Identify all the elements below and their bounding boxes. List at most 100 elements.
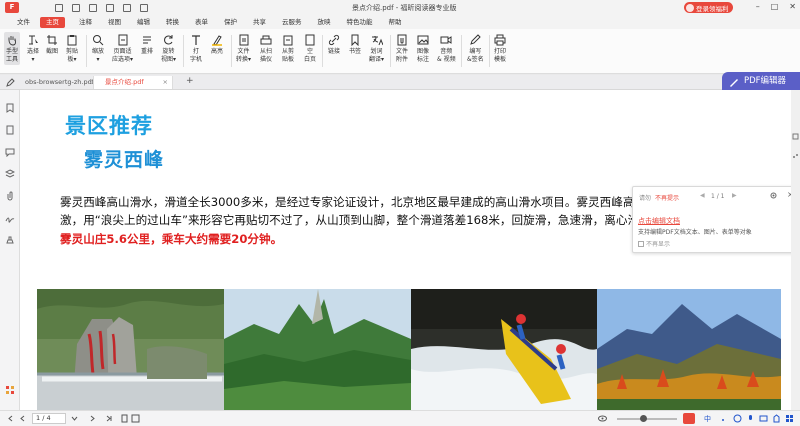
comments-panel-icon[interactable] — [5, 147, 15, 158]
select-button[interactable]: 选择 ▾ — [27, 34, 39, 63]
click-edit-document-link[interactable]: 点击编辑文档 — [638, 216, 680, 226]
popup-description: 支持编辑PDF文档文本、图片、表单等对象 — [638, 229, 752, 236]
menu-slideshow[interactable]: 放映 — [318, 17, 331, 28]
toolbox-icon[interactable] — [785, 414, 794, 423]
menu-home[interactable]: 主页 — [40, 16, 65, 28]
next-tip-icon[interactable]: ▶ — [732, 192, 737, 199]
ime-chinese-icon[interactable]: 中 — [704, 414, 711, 424]
typewriter-icon — [190, 34, 202, 46]
clipboard-button[interactable]: 剪贴 板▾ — [66, 34, 78, 63]
menu-comment[interactable]: 注释 — [79, 17, 92, 28]
properties-icon[interactable] — [792, 133, 799, 140]
eye-icon[interactable] — [598, 414, 607, 423]
print-template-button[interactable]: 打印 模板 — [494, 34, 506, 63]
prev-tip-icon[interactable]: ◀ — [700, 192, 705, 199]
from-scanner-button[interactable]: 从扫 描仪 — [260, 34, 272, 63]
right-rail — [791, 90, 800, 410]
image-annotation-button[interactable]: 图像 标注 — [417, 34, 429, 63]
dont-remind-link[interactable]: 不再提示 — [655, 193, 679, 202]
skin-icon[interactable] — [772, 414, 781, 423]
maximize-button[interactable]: □ — [771, 2, 779, 11]
translate-button[interactable]: 划词 翻译▾ — [369, 34, 384, 63]
share-icon[interactable] — [792, 153, 799, 160]
file-convert-button[interactable]: 文件 转换▾ — [236, 34, 251, 63]
layers-panel-icon[interactable] — [4, 169, 16, 179]
menu-protect[interactable]: 保护 — [224, 17, 237, 28]
last-page-icon[interactable] — [104, 414, 113, 423]
next-page-icon[interactable] — [88, 414, 97, 423]
rotate-icon — [163, 34, 175, 46]
menu-file[interactable]: 文件 — [17, 17, 30, 28]
audio-video-button[interactable]: 音频 & 视频 — [437, 34, 456, 63]
close-tab-icon[interactable]: × — [163, 76, 168, 89]
bookmark-panel-icon[interactable] — [5, 103, 15, 113]
rotate-view-button[interactable]: 旋转 视图▾ — [161, 34, 176, 63]
fit-page-icon — [117, 34, 129, 46]
emoji-icon[interactable] — [733, 414, 742, 423]
single-page-view-icon[interactable] — [120, 414, 129, 423]
dont-show-checkbox[interactable]: 不再显示 — [638, 239, 670, 248]
zoom-button[interactable]: 缩放 ▾ — [92, 34, 104, 63]
continuous-view-icon[interactable] — [131, 414, 140, 423]
blank-page-button[interactable]: 空白页 — [304, 34, 316, 63]
punctuation-icon[interactable] — [720, 414, 729, 423]
fit-page-button[interactable]: 页面适 应选项▾ — [112, 34, 133, 63]
from-clipboard-button[interactable]: 从剪 贴板 — [282, 34, 294, 63]
menu-edit[interactable]: 编辑 — [137, 17, 150, 28]
microphone-icon[interactable] — [746, 414, 755, 423]
typewriter-button[interactable]: 打字机 — [190, 34, 202, 63]
menu-form[interactable]: 表单 — [195, 17, 208, 28]
menu-view[interactable]: 视图 — [108, 17, 121, 28]
link-icon — [328, 34, 340, 46]
open-icon[interactable] — [55, 3, 63, 12]
new-tab-button[interactable]: + — [186, 76, 194, 86]
signature-panel-icon[interactable] — [5, 213, 15, 223]
close-button[interactable]: ✕ — [789, 2, 796, 11]
page-heading: 景区推荐 — [65, 114, 153, 138]
page-number-input[interactable]: 1 / 4 — [32, 413, 66, 424]
hand-tool-button[interactable]: 手型 工具 — [4, 32, 21, 65]
keyboard-icon[interactable] — [759, 414, 768, 423]
apps-icon[interactable] — [5, 385, 15, 395]
photo-rafting — [411, 289, 597, 410]
menu-share[interactable]: 共享 — [253, 17, 266, 28]
menu-help[interactable]: 帮助 — [389, 17, 402, 28]
quick-access-toolbar — [55, 3, 148, 12]
edit-tip-popup: 请勿 不再提示 ◀ 1 / 1 ▶ × 点击编辑文档 支持编辑PDF文档文本、图… — [632, 186, 791, 253]
menu-cloud[interactable]: 云服务 — [282, 17, 302, 28]
attachments-panel-icon[interactable] — [5, 191, 15, 201]
edit-sign-button[interactable]: 编写 &签名 — [467, 34, 484, 63]
zoom-slider-handle[interactable] — [640, 415, 647, 422]
settings-icon[interactable] — [770, 192, 777, 199]
zoom-slider[interactable] — [617, 418, 677, 420]
left-sidebar — [0, 90, 20, 410]
menu-convert[interactable]: 转换 — [166, 17, 179, 28]
tab-jingdian[interactable]: 景点介绍.pdf × — [93, 76, 173, 89]
menu-features[interactable]: 特色功能 — [347, 17, 373, 28]
hand-icon[interactable] — [140, 3, 148, 12]
tab-obs-browser[interactable]: obs-browsertg-zh.pdf * × — [14, 76, 100, 89]
print-icon[interactable] — [89, 3, 97, 12]
file-attachment-button[interactable]: 文件 附件 — [396, 34, 408, 63]
redo-icon[interactable] — [123, 3, 131, 12]
snapshot-button[interactable]: 截图 — [46, 34, 58, 56]
login-button[interactable]: 登录领福利 — [684, 2, 733, 13]
link-button[interactable]: 链接 — [328, 34, 340, 56]
highlight-button[interactable]: 高亮 — [211, 34, 223, 56]
save-icon[interactable] — [72, 3, 80, 12]
image-icon — [417, 34, 429, 46]
undo-icon[interactable] — [106, 3, 114, 12]
pages-panel-icon[interactable] — [5, 125, 15, 135]
sogou-input-icon[interactable] — [683, 413, 695, 424]
menu-bar: 文件 主页 注释 视图 编辑 转换 表单 保护 共享 云服务 放映 特色功能 帮… — [0, 15, 800, 29]
pdf-editor-button[interactable]: PDF编辑器 — [722, 72, 800, 90]
stamp-panel-icon[interactable] — [5, 235, 15, 245]
page-dropdown-icon[interactable] — [70, 414, 79, 423]
file-convert-icon — [238, 34, 250, 46]
app-logo[interactable]: F — [5, 2, 19, 13]
prev-page-icon[interactable] — [18, 414, 27, 423]
bookmark-button[interactable]: 书签 — [349, 34, 361, 56]
minimize-button[interactable]: – — [756, 2, 760, 11]
reflow-button[interactable]: 重排 — [141, 34, 153, 56]
first-page-icon[interactable] — [6, 414, 15, 423]
